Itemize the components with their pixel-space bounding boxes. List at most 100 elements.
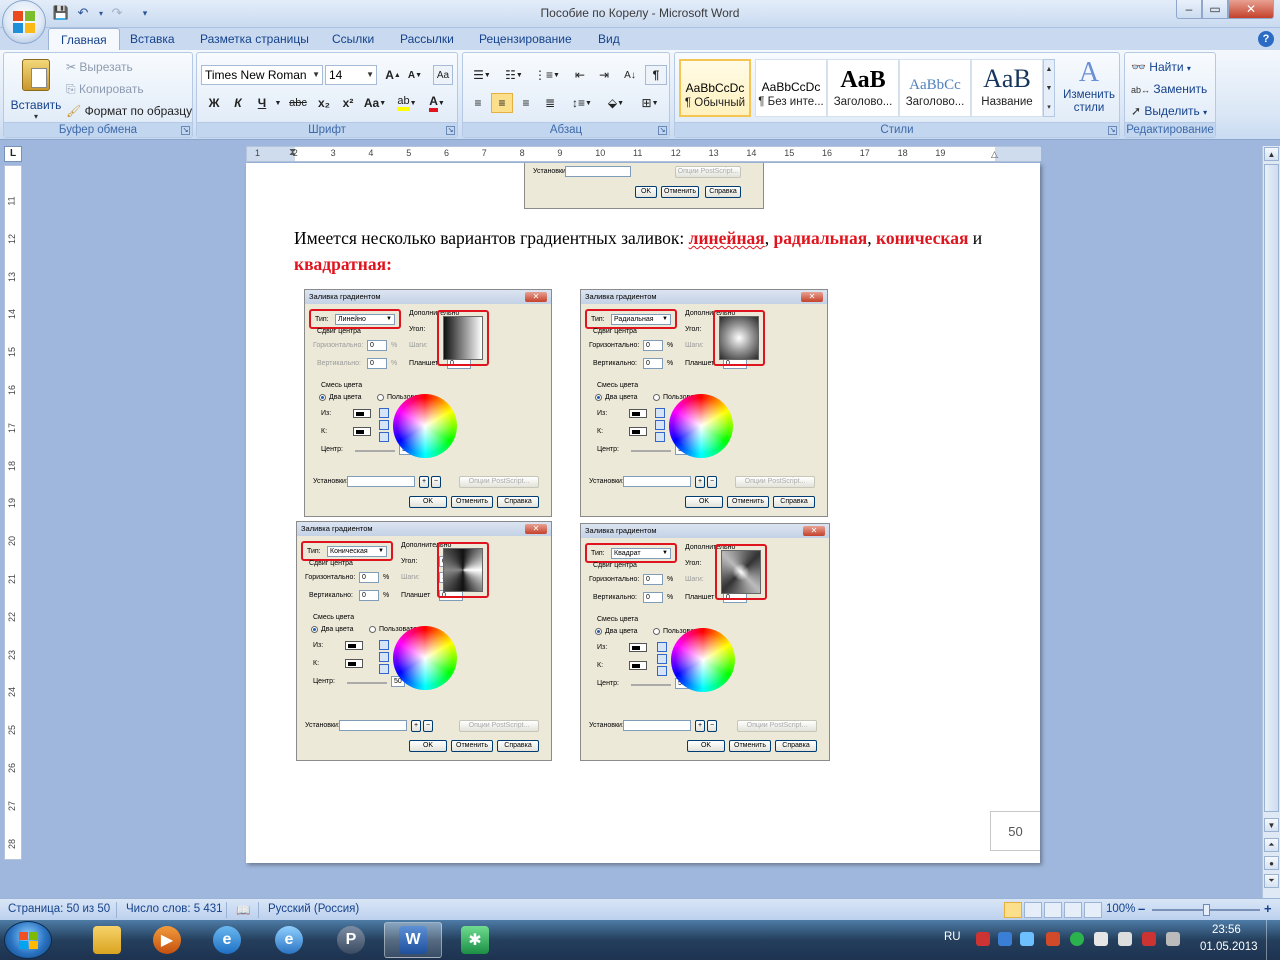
taskbar-ie[interactable]: e bbox=[198, 922, 256, 958]
tray-icon-alert[interactable] bbox=[1142, 932, 1156, 946]
styles-launcher-icon[interactable]: ↘ bbox=[1108, 126, 1117, 135]
clear-formatting-button[interactable]: Aa bbox=[433, 65, 453, 85]
scroll-thumb[interactable] bbox=[1264, 164, 1279, 812]
language-status[interactable]: Русский (Россия) bbox=[268, 903, 359, 915]
taskbar-ie-2[interactable]: e bbox=[260, 922, 318, 958]
font-color-button[interactable]: A ▼ bbox=[423, 93, 451, 113]
taskbar-word[interactable]: W bbox=[384, 922, 442, 958]
tab-page-layout[interactable]: Разметка страницы bbox=[188, 28, 321, 50]
italic-button[interactable]: К bbox=[227, 93, 249, 113]
highlight-button[interactable]: ab ▼ bbox=[393, 93, 421, 113]
select-button[interactable]: ➚ Выделить ▾ bbox=[1131, 104, 1207, 118]
select-browse-object-button[interactable]: ● bbox=[1264, 856, 1279, 870]
change-case-button[interactable]: Aa ▼ bbox=[361, 93, 389, 113]
language-indicator[interactable]: RU bbox=[944, 931, 961, 943]
zoom-slider[interactable] bbox=[1152, 904, 1260, 916]
tray-icon-download[interactable] bbox=[998, 932, 1012, 946]
zoom-slider-thumb[interactable] bbox=[1203, 904, 1210, 916]
clock-date[interactable]: 01.05.2013 bbox=[1200, 941, 1258, 953]
word-count-status[interactable]: Число слов: 5 431 bbox=[126, 903, 223, 915]
change-styles-button[interactable]: A Изменить стили bbox=[1059, 57, 1119, 115]
clipboard-launcher-icon[interactable]: ↘ bbox=[181, 126, 190, 135]
document-page[interactable]: Установки: Опции PostScript... OK Отмени… bbox=[246, 163, 1040, 863]
show-desktop-button[interactable] bbox=[1266, 920, 1280, 960]
copy-button[interactable]: ⎘ Копировать bbox=[66, 82, 144, 97]
spelling-icon[interactable]: 📖 bbox=[236, 903, 250, 917]
strikethrough-button[interactable]: abc bbox=[285, 93, 311, 113]
borders-button[interactable]: ⊞ ▼ bbox=[635, 93, 665, 113]
tray-icon-app[interactable] bbox=[1046, 932, 1060, 946]
tray-icon-antivirus[interactable] bbox=[1070, 932, 1084, 946]
tray-icon-network[interactable] bbox=[976, 932, 990, 946]
vertical-ruler[interactable]: 11 12 13 14 15 16 17 18 19 20 21 22 23 24 25 26 27 28 bbox=[4, 165, 22, 860]
style-no-spacing[interactable]: AaBbCcDc ¶ Без инте... bbox=[755, 59, 827, 117]
close-button[interactable]: ✕ bbox=[1228, 0, 1274, 19]
increase-indent-button[interactable]: ⇥ bbox=[593, 65, 615, 85]
tab-mailings[interactable]: Рассылки bbox=[388, 28, 466, 50]
office-button[interactable] bbox=[2, 0, 46, 44]
scroll-down-button[interactable]: ▼ bbox=[1264, 818, 1279, 832]
font-name-combo[interactable]: Times New Roman ▼ bbox=[201, 65, 323, 85]
sort-button[interactable]: A↓ bbox=[619, 65, 641, 85]
web-layout-view-button[interactable] bbox=[1044, 902, 1062, 918]
style-title[interactable]: AaB Название bbox=[971, 59, 1043, 117]
shading-button[interactable]: ⬙ ▼ bbox=[601, 93, 631, 113]
font-size-combo[interactable]: 14 ▼ bbox=[325, 65, 377, 85]
styles-scroll[interactable]: ▲ ▼ ▾ bbox=[1043, 59, 1055, 117]
find-button[interactable]: 👓 Найти ▾ bbox=[1131, 60, 1191, 74]
style-heading-2[interactable]: AaBbCc Заголово... bbox=[899, 59, 971, 117]
tab-selector-button[interactable]: L bbox=[4, 146, 22, 162]
show-marks-button[interactable]: ¶ bbox=[645, 65, 667, 85]
full-screen-view-button[interactable] bbox=[1024, 902, 1042, 918]
tab-home[interactable]: Главная bbox=[48, 28, 120, 50]
shrink-font-button[interactable]: A ▼ bbox=[405, 65, 425, 85]
align-center-button[interactable]: ≡ bbox=[491, 93, 513, 113]
tab-references[interactable]: Ссылки bbox=[320, 28, 386, 50]
scroll-up-button[interactable]: ▲ bbox=[1264, 147, 1279, 161]
multilevel-list-button[interactable]: ⋮≡ ▼ bbox=[531, 65, 563, 85]
help-icon[interactable]: ? bbox=[1258, 31, 1274, 47]
zoom-level[interactable]: 100% bbox=[1106, 903, 1135, 915]
decrease-indent-button[interactable]: ⇤ bbox=[569, 65, 591, 85]
print-layout-view-button[interactable] bbox=[1004, 902, 1022, 918]
flag-icon[interactable] bbox=[1118, 932, 1132, 946]
speaker-icon[interactable] bbox=[1166, 932, 1180, 946]
tab-review[interactable]: Рецензирование bbox=[467, 28, 584, 50]
body-paragraph[interactable]: Имеется несколько вариантов градиентных … bbox=[294, 225, 994, 277]
horizontal-ruler[interactable]: ⧗ △ 1 2 3 4 5 6 7 8 9 10 11 12 13 14 15 16 17 18 19 bbox=[246, 146, 1041, 162]
page-count-status[interactable]: Страница: 50 из 50 bbox=[8, 903, 110, 915]
format-painter-button[interactable]: 🖌 Формат по образцу bbox=[66, 104, 192, 118]
underline-dropdown-icon[interactable]: ▼ bbox=[273, 93, 283, 113]
tab-view[interactable]: Вид bbox=[586, 28, 632, 50]
replace-button[interactable]: ab↔ Заменить bbox=[1131, 82, 1207, 96]
subscript-button[interactable]: x₂ bbox=[313, 93, 335, 113]
underline-button[interactable]: Ч bbox=[251, 93, 273, 113]
taskbar-coreldraw[interactable]: ✱ bbox=[446, 922, 504, 958]
minimize-button[interactable]: – bbox=[1176, 0, 1202, 19]
zoom-out-button[interactable]: – bbox=[1138, 901, 1145, 916]
outline-view-button[interactable] bbox=[1064, 902, 1082, 918]
style-heading-1[interactable]: AaB Заголово... bbox=[827, 59, 899, 117]
tab-insert[interactable]: Вставка bbox=[118, 28, 187, 50]
maximize-button[interactable]: ▭ bbox=[1202, 0, 1228, 19]
draft-view-button[interactable] bbox=[1084, 902, 1102, 918]
tray-icon-update[interactable] bbox=[1020, 932, 1034, 946]
taskbar-photoshop[interactable]: P bbox=[322, 922, 380, 958]
tray-icon-settings[interactable] bbox=[1094, 932, 1108, 946]
cut-button[interactable]: ✂ Вырезать bbox=[66, 60, 133, 74]
right-indent-marker-icon[interactable]: △ bbox=[991, 149, 998, 160]
taskbar-explorer[interactable] bbox=[78, 922, 136, 958]
style-normal[interactable]: AaBbCcDc ¶ Обычный bbox=[679, 59, 751, 117]
start-button[interactable] bbox=[4, 921, 52, 959]
taskbar-media-player[interactable]: ▶ bbox=[138, 922, 196, 958]
bullets-button[interactable]: ☰ ▼ bbox=[467, 65, 497, 85]
clock-time[interactable]: 23:56 bbox=[1212, 924, 1241, 936]
paste-button[interactable]: Вставить ▾ bbox=[10, 57, 62, 121]
grow-font-button[interactable]: A ▲ bbox=[383, 65, 403, 85]
prev-page-button[interactable]: ⏶ bbox=[1264, 838, 1279, 852]
paragraph-launcher-icon[interactable]: ↘ bbox=[658, 126, 667, 135]
align-left-button[interactable]: ≡ bbox=[467, 93, 489, 113]
numbering-button[interactable]: ☷ ▼ bbox=[499, 65, 529, 85]
line-spacing-button[interactable]: ↕≡ ▼ bbox=[567, 93, 597, 113]
bold-button[interactable]: Ж bbox=[203, 93, 225, 113]
